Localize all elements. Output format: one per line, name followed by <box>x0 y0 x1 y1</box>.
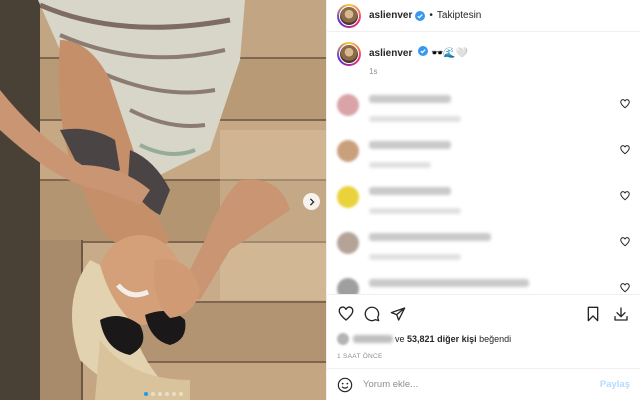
post-actions: ve 53,821 diğer kişi beğendi 1 SAAT ÖNCE <box>327 294 640 368</box>
photo-image <box>0 0 326 400</box>
comments-list[interactable]: aslienver 🕶️🌊🤍 1s <box>327 32 640 294</box>
comment-row <box>337 232 630 260</box>
likes-suffix-2: beğendi <box>479 334 512 344</box>
heart-icon <box>338 306 354 321</box>
likes-summary: ve 53,821 diğer kişi beğendi <box>337 333 630 345</box>
comment-row <box>337 94 630 122</box>
caption-avatar[interactable] <box>337 42 361 66</box>
comment-row <box>337 186 630 214</box>
likes-count[interactable]: 53,821 <box>407 334 435 344</box>
caption-time: 1s <box>369 67 378 76</box>
download-icon <box>614 307 628 321</box>
share-icon <box>390 307 406 321</box>
post-photo[interactable] <box>0 0 326 400</box>
commenter-avatar[interactable] <box>337 186 359 208</box>
comment-text-blurred <box>369 187 451 195</box>
comment-input[interactable] <box>363 379 600 390</box>
comment-heart-icon[interactable] <box>620 283 630 293</box>
carousel-dot <box>143 392 148 396</box>
comment-button[interactable] <box>363 305 381 323</box>
separator-dot: • <box>429 10 433 21</box>
header-username[interactable]: aslienver <box>369 10 412 21</box>
comment-text-blurred <box>369 141 451 149</box>
caption-username[interactable]: aslienver <box>369 48 412 59</box>
share-button[interactable] <box>389 305 407 323</box>
carousel-dots <box>0 392 326 396</box>
commenter-avatar[interactable] <box>337 94 359 116</box>
comment-meta-blurred <box>369 162 431 168</box>
post-comment-button[interactable]: Paylaş <box>600 379 630 390</box>
avatar[interactable] <box>337 3 361 28</box>
verified-icon <box>415 10 426 21</box>
comment-row <box>337 278 630 294</box>
commenter-avatar[interactable] <box>337 140 359 162</box>
comment-heart-icon[interactable] <box>620 191 630 201</box>
comment-row <box>337 140 630 168</box>
likes-suffix-1[interactable]: diğer kişi <box>437 334 477 344</box>
comment-heart-icon[interactable] <box>620 145 630 155</box>
post-time[interactable]: 1 SAAT ÖNCE <box>337 353 630 368</box>
comment-heart-icon[interactable] <box>620 99 630 109</box>
save-button[interactable] <box>584 305 602 323</box>
comment-meta-blurred <box>369 254 461 260</box>
follow-status-button[interactable]: Takiptesin <box>437 10 481 21</box>
carousel-dot <box>150 392 155 396</box>
comment-box: Paylaş <box>327 368 640 400</box>
post-header: aslienver • Takiptesin <box>327 0 640 32</box>
emoji-icon[interactable] <box>337 377 353 393</box>
commenter-avatar[interactable] <box>337 232 359 254</box>
carousel-dot <box>178 392 183 396</box>
carousel-dot <box>164 392 169 396</box>
comment-meta-blurred <box>369 208 461 214</box>
comment-text-blurred <box>369 95 451 103</box>
next-image-button[interactable] <box>303 193 320 210</box>
bookmark-icon <box>587 306 599 322</box>
carousel-dot <box>171 392 176 396</box>
likes-prefix: ve <box>395 334 405 344</box>
post-caption: aslienver 🕶️🌊🤍 1s <box>337 42 630 76</box>
liked-by-avatar[interactable] <box>337 333 349 345</box>
caption-text: 🕶️🌊🤍 <box>430 48 469 59</box>
liked-by-username[interactable] <box>353 335 393 343</box>
commenter-avatar[interactable] <box>337 278 359 294</box>
comment-icon <box>364 306 380 322</box>
comment-heart-icon[interactable] <box>620 237 630 247</box>
post-panel: aslienver • Takiptesin aslienver 🕶️🌊🤍 1s… <box>326 0 640 400</box>
comment-text-blurred <box>369 233 491 241</box>
carousel-dot <box>157 392 162 396</box>
download-button[interactable] <box>612 305 630 323</box>
chevron-right-icon <box>309 197 315 206</box>
instagram-post: aslienver • Takiptesin aslienver 🕶️🌊🤍 1s… <box>0 0 640 400</box>
like-button[interactable] <box>337 305 355 323</box>
verified-icon <box>418 46 429 56</box>
comment-text-blurred <box>369 279 529 287</box>
comment-meta-blurred <box>369 116 461 122</box>
